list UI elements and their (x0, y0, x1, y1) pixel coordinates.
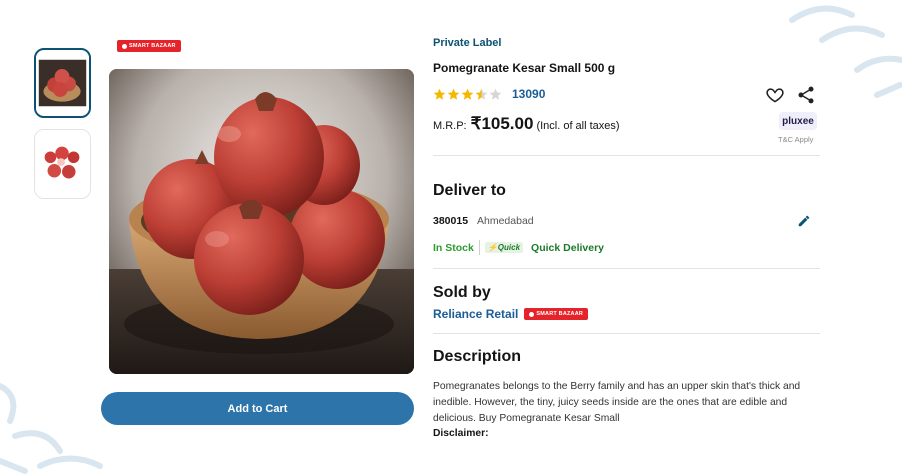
brand-link[interactable]: Private Label (433, 37, 501, 49)
smart-bazaar-badge: SMART BAZAAR (117, 40, 181, 52)
rating[interactable]: 13090 (433, 87, 545, 101)
heart-icon[interactable] (765, 85, 785, 105)
terms-link[interactable]: T&C Apply (778, 135, 813, 144)
stock-status: In Stock (433, 241, 474, 254)
decorative-pattern-bottom-left (0, 383, 103, 474)
divider (433, 268, 820, 269)
share-icon[interactable] (796, 85, 816, 105)
quick-delivery-label: Quick Delivery (531, 241, 605, 254)
price-value: ₹105.00 (470, 114, 534, 133)
disclaimer-label: Disclaimer: (433, 428, 489, 439)
product-title: Pomegranate Kesar Small 500 g (433, 61, 616, 75)
price-row: M.R.P: ₹105.00 (Incl. of all taxes) (433, 114, 620, 134)
description-heading: Description (433, 348, 522, 365)
pomegranate-bowl-image (109, 69, 414, 374)
seller-row: Reliance Retail SMART BAZAAR (433, 307, 589, 321)
description-text: Pomegranates belongs to the Berry family… (433, 381, 801, 424)
mrp-label: M.R.P: (433, 120, 467, 132)
sold-by-heading: Sold by (433, 284, 491, 301)
divider (433, 333, 820, 334)
pluxee-logo: pluxee (779, 112, 817, 130)
smart-bazaar-badge: SMART BAZAAR (524, 308, 589, 320)
divider (433, 155, 820, 156)
tax-note: (Incl. of all taxes) (536, 120, 620, 132)
product-main-image[interactable] (109, 69, 414, 374)
product-info-panel: Private Label Pomegranate Kesar Small 50… (433, 0, 820, 476)
pomegranate-bowl-thumbnail (36, 50, 89, 116)
thumbnail-bowl[interactable] (34, 48, 91, 118)
pomegranates-loose-thumbnail (35, 130, 90, 198)
star-icon (433, 88, 446, 100)
separator (478, 240, 480, 255)
pincode: 380015 (433, 215, 469, 227)
deliver-heading: Deliver to (433, 182, 506, 199)
half-star-icon (475, 88, 488, 100)
add-to-cart-button[interactable]: Add to Cart (101, 392, 414, 425)
badge-logo-icon (122, 43, 127, 49)
seller-link[interactable]: Reliance Retail (433, 307, 518, 321)
quick-logo: ⚡Quick (484, 242, 524, 253)
empty-star-icon (489, 88, 502, 100)
badge-logo-icon (529, 311, 535, 317)
star-icon (461, 88, 474, 100)
thumbnail-loose[interactable] (34, 129, 91, 199)
pencil-icon[interactable] (797, 214, 811, 228)
stock-row: In Stock ⚡Quick Quick Delivery (433, 240, 604, 255)
rating-count[interactable]: 13090 (512, 87, 545, 101)
city: Ahmedabad (477, 215, 534, 227)
star-icon (447, 88, 460, 100)
